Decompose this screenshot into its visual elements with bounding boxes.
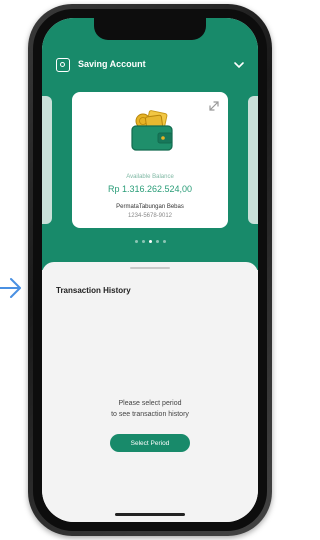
- carousel-dot[interactable]: [141, 240, 145, 243]
- empty-state-message: Please select period to see transaction …: [42, 398, 258, 420]
- carousel-dot[interactable]: [148, 240, 152, 243]
- arrow-right-icon: [0, 278, 21, 298]
- account-number: 1234-5678-9012: [127, 213, 173, 219]
- phone-frame: Saving Account Available Balance Rp 1.31…: [28, 4, 272, 536]
- carousel-indicator: [42, 240, 258, 243]
- carousel-dot[interactable]: [162, 240, 166, 243]
- empty-state-line-2: to see transaction history: [111, 411, 189, 418]
- account-card[interactable]: Available Balance Rp 1.316.262.524,00 Pe…: [72, 92, 228, 228]
- select-period-button[interactable]: Select Period: [110, 434, 190, 452]
- account-type-title: Saving Account: [78, 59, 146, 69]
- home-indicator: [115, 513, 185, 516]
- carousel-dot[interactable]: [155, 240, 159, 243]
- phone-notch: [94, 18, 206, 40]
- expand-icon[interactable]: [208, 100, 220, 112]
- wallet-illustration: [131, 110, 173, 151]
- app-screen: Saving Account Available Balance Rp 1.31…: [42, 18, 258, 522]
- empty-state-line-1: Please select period: [118, 400, 182, 407]
- sheet-handle[interactable]: [130, 267, 170, 269]
- next-card-peek[interactable]: [248, 96, 258, 224]
- balance-value: Rp 1.316.262.524,00: [107, 184, 193, 194]
- transaction-sheet: Transaction History Please select period…: [42, 262, 258, 522]
- balance-label: Available Balance: [126, 174, 174, 180]
- account-header[interactable]: Saving Account: [42, 56, 258, 78]
- carousel-dot[interactable]: [134, 240, 138, 243]
- previous-card-peek[interactable]: [42, 96, 52, 224]
- chevron-down-icon[interactable]: [232, 58, 246, 72]
- wallet-card-icon: [56, 58, 70, 72]
- transaction-history-title: Transaction History: [56, 286, 131, 295]
- account-name: PermataTabungan Bebas: [116, 204, 184, 210]
